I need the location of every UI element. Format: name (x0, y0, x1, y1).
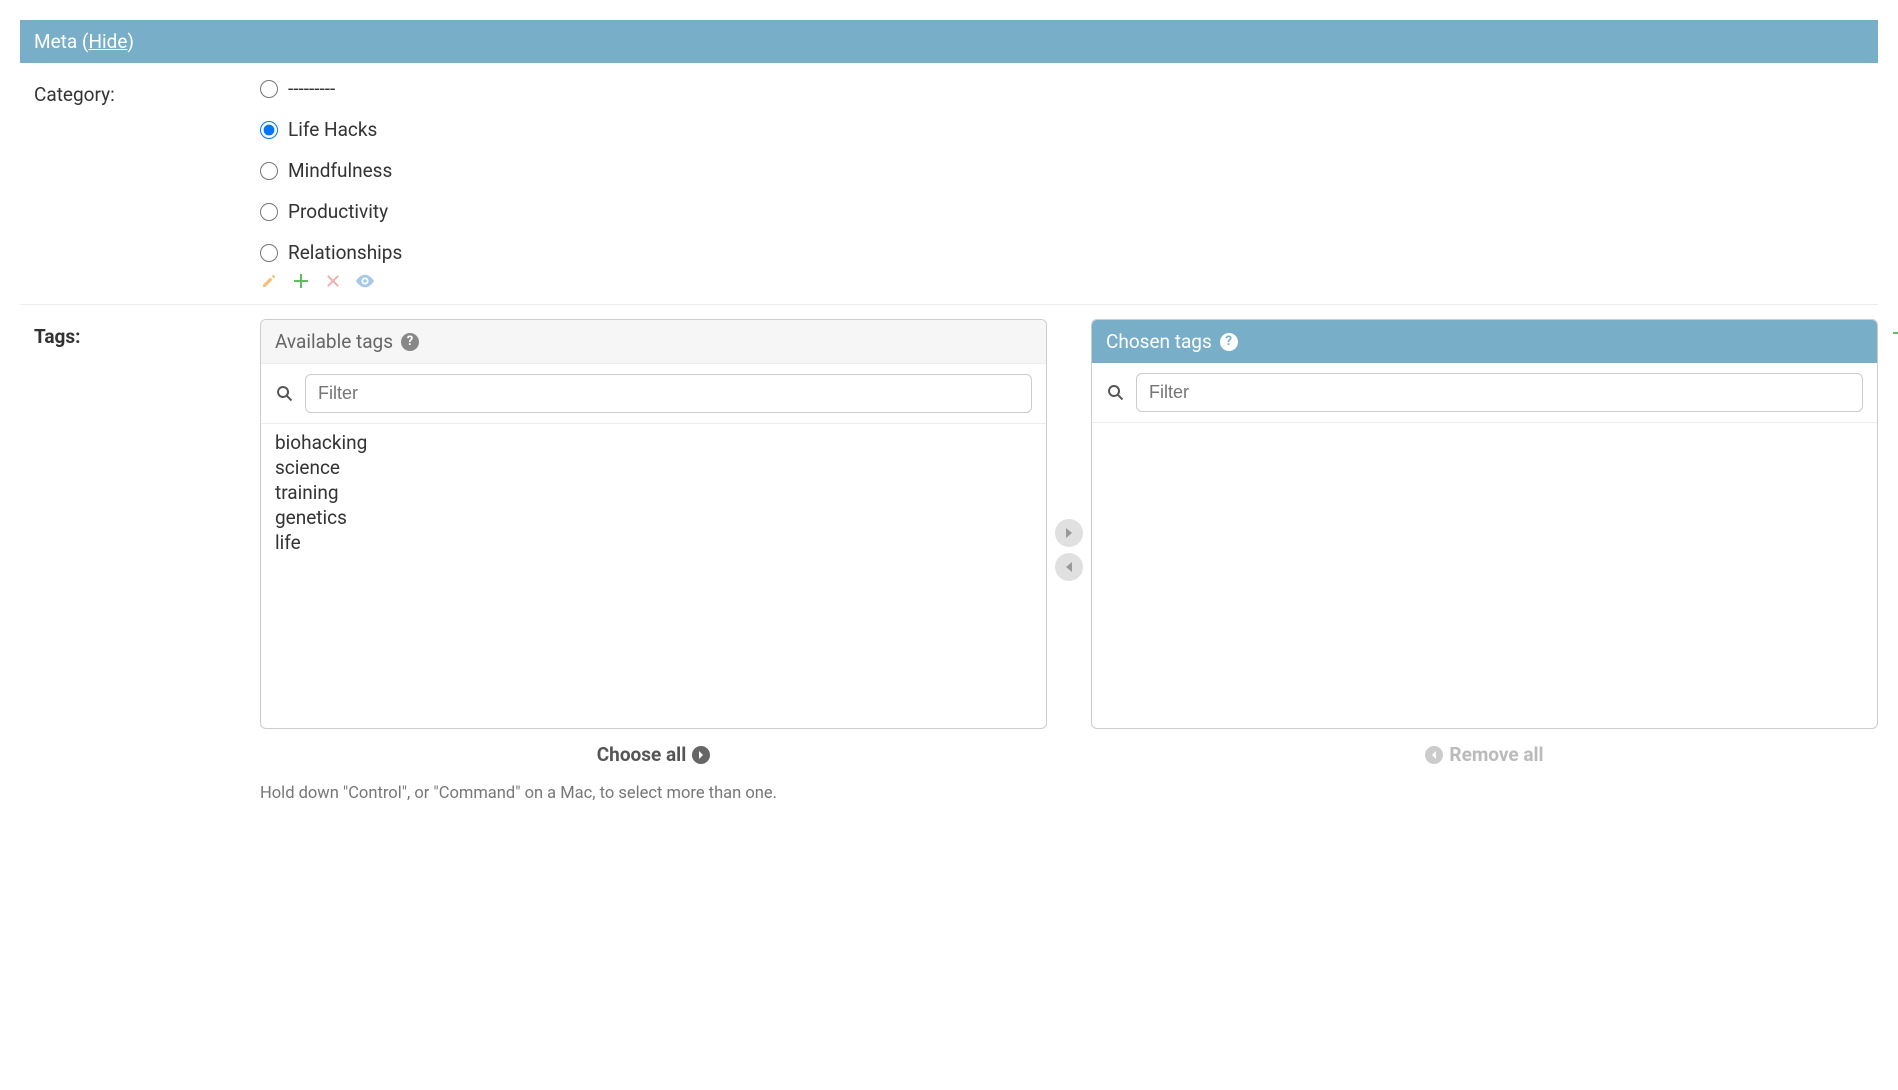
category-option-text: Relationships (288, 241, 402, 264)
eye-icon[interactable] (356, 272, 374, 290)
remove-all-button[interactable]: Remove all (1091, 729, 1878, 780)
x-icon[interactable] (324, 272, 342, 290)
tags-label: Tags: (20, 319, 260, 813)
tags-selector: Available tags ? biohackingsciencetraini… (260, 319, 1878, 780)
category-option-label[interactable]: --------- (260, 77, 1878, 100)
available-tag-option[interactable]: training (275, 480, 1032, 505)
plus-icon[interactable] (292, 272, 310, 290)
available-tags-title: Available tags ? (261, 320, 1046, 364)
chosen-tags-box: Chosen tags ? (1091, 319, 1878, 729)
available-tag-option[interactable]: biohacking (275, 430, 1032, 455)
available-tag-option[interactable]: science (275, 455, 1032, 480)
category-radio[interactable] (260, 162, 278, 180)
category-option: Relationships (260, 241, 1878, 264)
chosen-tags-list[interactable] (1092, 423, 1877, 728)
available-tags-title-text: Available tags (275, 330, 393, 353)
category-radio[interactable] (260, 121, 278, 139)
move-right-button[interactable] (1055, 519, 1083, 547)
move-left-button[interactable] (1055, 553, 1083, 581)
category-option-label[interactable]: Productivity (260, 200, 1878, 223)
available-tags-box: Available tags ? biohackingsciencetraini… (260, 319, 1047, 729)
available-tags-filter-row (261, 364, 1046, 424)
category-option-label[interactable]: Mindfulness (260, 159, 1878, 182)
available-tag-option[interactable]: genetics (275, 505, 1032, 530)
help-icon[interactable]: ? (1220, 333, 1238, 351)
category-option: Life Hacks (260, 118, 1878, 141)
category-option-text: --------- (288, 77, 335, 100)
meta-section-header: Meta (Hide) (20, 20, 1878, 63)
meta-title: Meta (34, 30, 77, 53)
category-option-label[interactable]: Life Hacks (260, 118, 1878, 141)
search-icon (1106, 383, 1126, 403)
meta-toggle-link[interactable]: Hide (88, 30, 127, 53)
category-option-text: Life Hacks (288, 118, 377, 141)
category-row: Category: --------- Life Hacks Mindfulness… (20, 63, 1878, 305)
tags-help-text: Hold down "Control", or "Command" on a M… (260, 780, 1878, 813)
category-label: Category: (20, 77, 260, 290)
available-tags-list[interactable]: biohackingsciencetraininggeneticslife (261, 424, 1046, 728)
chevron-left-icon (1425, 746, 1443, 764)
chevron-right-icon (692, 746, 710, 764)
tags-field: Available tags ? biohackingsciencetraini… (260, 319, 1878, 813)
available-tags-column: Available tags ? biohackingsciencetraini… (260, 319, 1047, 780)
category-radio-list: --------- Life Hacks Mindfulness Productivi… (260, 77, 1878, 264)
category-radio[interactable] (260, 203, 278, 221)
category-related-icons (260, 272, 1878, 290)
available-tag-option[interactable]: life (275, 530, 1032, 555)
category-radio[interactable] (260, 80, 278, 98)
chosen-tags-filter-input[interactable] (1136, 373, 1863, 412)
chosen-tags-title: Chosen tags ? (1092, 320, 1877, 363)
category-option-label[interactable]: Relationships (260, 241, 1878, 264)
category-option: Mindfulness (260, 159, 1878, 182)
add-tag-button[interactable] (1892, 325, 1898, 341)
tags-row: Tags: Available tags ? (20, 305, 1878, 827)
category-field: --------- Life Hacks Mindfulness Productivi… (260, 77, 1878, 290)
remove-all-label: Remove all (1449, 743, 1543, 766)
chosen-tags-title-text: Chosen tags (1106, 330, 1212, 353)
choose-all-label: Choose all (597, 743, 687, 766)
category-option: --------- (260, 77, 1878, 100)
category-option: Productivity (260, 200, 1878, 223)
pencil-icon[interactable] (260, 272, 278, 290)
category-option-text: Productivity (288, 200, 388, 223)
category-radio[interactable] (260, 244, 278, 262)
search-icon (275, 384, 295, 404)
help-icon[interactable]: ? (401, 333, 419, 351)
available-tags-filter-input[interactable] (305, 374, 1032, 413)
chosen-tags-column: Chosen tags ? Remove all (1091, 319, 1878, 780)
chosen-tags-filter-row (1092, 363, 1877, 423)
category-option-text: Mindfulness (288, 159, 392, 182)
choose-all-button[interactable]: Choose all (260, 729, 1047, 780)
selector-chooser (1053, 319, 1085, 780)
